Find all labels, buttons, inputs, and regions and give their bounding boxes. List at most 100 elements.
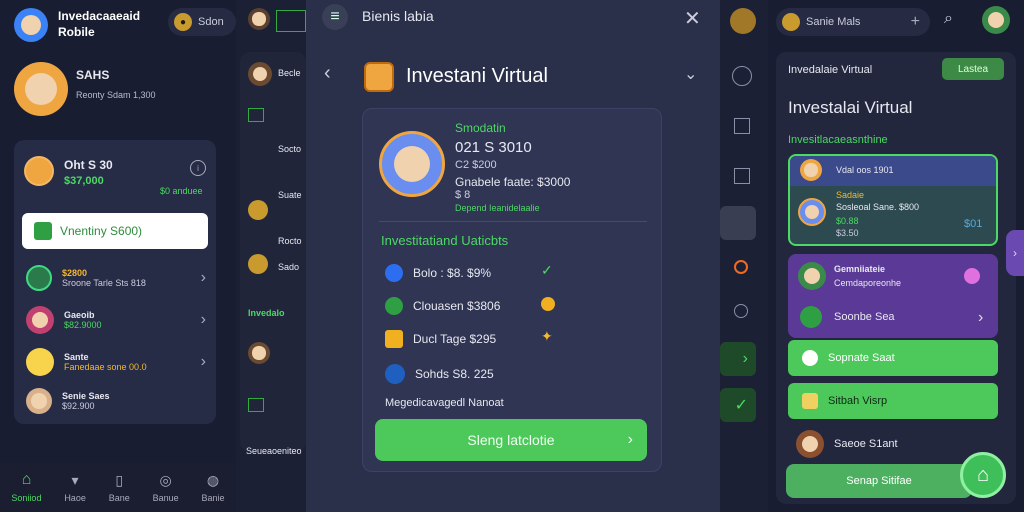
left-column: Invedacaaeaid Robile ● Sdon SAHS Reonty … bbox=[0, 0, 236, 512]
chevron-right-icon: › bbox=[978, 309, 984, 326]
drawer-handle[interactable]: › bbox=[1006, 230, 1024, 276]
search-icon[interactable]: ⌕ bbox=[944, 10, 953, 28]
side-rail: › ✓ bbox=[720, 0, 768, 512]
record-icon[interactable] bbox=[734, 260, 748, 274]
list-item-subtitle: $92.900 bbox=[62, 401, 95, 411]
search-label: Sdon bbox=[198, 16, 224, 28]
nav-basket[interactable]: ▾ Haoe bbox=[64, 472, 86, 503]
cta-button[interactable]: Sleng latclotie › bbox=[375, 419, 647, 461]
info-icon[interactable]: i bbox=[190, 160, 206, 176]
person-avatar bbox=[26, 306, 54, 334]
highlight-button-label: Vnentiny S600) bbox=[60, 224, 143, 238]
right-card: Invedalaie Virtual Lastea Investalai Vir… bbox=[776, 52, 1016, 504]
phone-icon bbox=[385, 297, 403, 315]
chevron-right-icon: › bbox=[200, 353, 206, 370]
chevron-right-icon: › bbox=[200, 311, 206, 328]
list-item[interactable]: Gaeoib $82.9000 › bbox=[26, 306, 206, 334]
profile-line4: Depend Ieanidelaalie bbox=[455, 203, 540, 213]
document-icon bbox=[802, 393, 818, 409]
home-fab-icon[interactable]: ⌂ bbox=[960, 452, 1006, 498]
globe-icon bbox=[385, 364, 405, 384]
list-item[interactable]: Senie Saes $92.900 bbox=[26, 388, 206, 414]
right-green-button-2[interactable]: Sitbah Visrp bbox=[788, 383, 998, 419]
close-icon[interactable]: ✕ bbox=[684, 6, 701, 31]
user-avatar[interactable] bbox=[14, 62, 68, 116]
bottom-nav: ⌂ Soniiod ▾ Haoe ▯ Bane ◎ Banue ◍ Banie bbox=[0, 462, 236, 512]
investment-row[interactable]: Bolo : $8. $9% bbox=[385, 264, 491, 282]
chevron-down-icon[interactable]: ⌄ bbox=[684, 64, 697, 84]
list-item[interactable]: $2800 Sroone Tarle Sts 818 › bbox=[26, 265, 206, 291]
basket-icon: ▾ bbox=[71, 471, 79, 488]
compass-icon: ◎ bbox=[159, 471, 172, 488]
user-balance-line: Reonty Sdam 1,300 bbox=[76, 90, 156, 100]
list-item-subtitle: Sroone Tarle Sts 818 bbox=[62, 278, 146, 288]
person-avatar bbox=[798, 198, 826, 226]
wallet-status: $0 anduee bbox=[160, 186, 203, 196]
app-logo-avatar bbox=[14, 8, 48, 42]
investment-row[interactable]: Ducl Tage $295 bbox=[385, 330, 496, 348]
person-avatar bbox=[248, 8, 270, 30]
list-item-subtitle: $82.9000 bbox=[64, 320, 102, 330]
globe-icon: ◍ bbox=[206, 471, 220, 488]
cta-label: Sleng latclotie bbox=[467, 432, 555, 448]
right-badge[interactable]: Lastea bbox=[942, 58, 1004, 80]
list-item[interactable]: Sante Fanedaae sone 00.0 › bbox=[26, 348, 206, 376]
nav-document[interactable]: ▯ Bane bbox=[109, 472, 130, 503]
person-avatar bbox=[248, 342, 270, 364]
list-item-title: Sante bbox=[64, 352, 89, 362]
investment-row[interactable]: Sohds S8. 225 bbox=[385, 364, 494, 384]
nav-globe[interactable]: ◍ Banie bbox=[201, 472, 224, 503]
heart-icon bbox=[964, 268, 980, 284]
mid-header: Becle bbox=[278, 68, 301, 78]
mid-card: Becle Socto Suate Rocto Sado Invedalo bbox=[240, 52, 306, 452]
investment-panel: ≡ Bienis labia ✕ ‹ Investani Virtual ⌄ S… bbox=[306, 0, 720, 512]
highlight-button[interactable]: Vnentiny S600) bbox=[22, 213, 208, 249]
right-green-button-1[interactable]: Sopnate Saat bbox=[788, 340, 998, 376]
right-list-item[interactable]: Saeoe S1ant bbox=[796, 430, 898, 458]
user-code: SAHS bbox=[76, 68, 110, 82]
mid-footer: Seueaoeniteo bbox=[246, 446, 302, 456]
right-cta-button[interactable]: Senap Sitifae bbox=[786, 464, 972, 498]
clock-icon[interactable] bbox=[734, 304, 748, 318]
profile-avatar bbox=[379, 131, 445, 197]
coin-icon bbox=[248, 254, 268, 274]
section-title: Investitatiand Uaticbts bbox=[381, 233, 509, 248]
chevron-right-icon: › bbox=[200, 269, 206, 286]
right-sub-heading: Invesitlacaeasnthine bbox=[788, 134, 888, 146]
list-item-title: $2800 bbox=[62, 268, 88, 278]
right-selected-card[interactable]: Vdal oos 1901 Sadaie Sosleoal Sane. $800… bbox=[788, 154, 998, 246]
rail-check-button[interactable]: ✓ bbox=[720, 388, 756, 422]
person-avatar bbox=[800, 159, 822, 181]
investment-row[interactable]: Clouasen $3806 bbox=[385, 297, 500, 315]
refresh-icon[interactable] bbox=[732, 66, 752, 86]
nav-compass[interactable]: ◎ Banue bbox=[153, 472, 179, 503]
menu-icon[interactable]: ≡ bbox=[322, 4, 348, 30]
card-icon[interactable] bbox=[734, 168, 750, 184]
footer-note: Megedicavagedl Nanoat bbox=[385, 397, 504, 409]
search-pill[interactable]: ● Sdon bbox=[168, 8, 236, 36]
globe-icon bbox=[385, 264, 403, 282]
nav-home[interactable]: ⌂ Soniiod bbox=[11, 471, 41, 503]
wallet-green-icon bbox=[34, 222, 52, 240]
rail-highlight[interactable] bbox=[720, 206, 756, 240]
wallet-title: Oht S 30 bbox=[64, 158, 113, 172]
divider bbox=[379, 221, 647, 222]
profile-line1: C2 $200 bbox=[455, 159, 497, 171]
coin-icon bbox=[248, 200, 268, 220]
right-column: Sanie Mals + ⌕ Invedalaie Virtual Lastea… bbox=[768, 0, 1024, 512]
person-avatar bbox=[798, 262, 826, 290]
investment-card: Smodatin 021 S 3010 C2 $200 Gnabele faat… bbox=[362, 108, 662, 472]
gear-icon[interactable] bbox=[730, 8, 756, 34]
card-icon bbox=[26, 265, 52, 291]
file-icon[interactable] bbox=[734, 118, 750, 134]
user-avatar[interactable] bbox=[982, 6, 1010, 34]
check-icon: ✓ bbox=[541, 262, 553, 278]
search-pill[interactable]: Sanie Mals + bbox=[776, 8, 930, 36]
rail-green-button[interactable]: › bbox=[720, 342, 756, 376]
document-icon: ▯ bbox=[115, 471, 124, 488]
person-avatar bbox=[26, 388, 52, 414]
panel-heading: Investani Virtual bbox=[406, 65, 548, 87]
back-chevron-icon[interactable]: ‹ bbox=[324, 62, 331, 85]
plus-icon[interactable]: + bbox=[911, 13, 920, 31]
right-purple-card[interactable]: Gemniiateie Cemdaporeonhe Soonbe Sea › bbox=[788, 254, 998, 338]
